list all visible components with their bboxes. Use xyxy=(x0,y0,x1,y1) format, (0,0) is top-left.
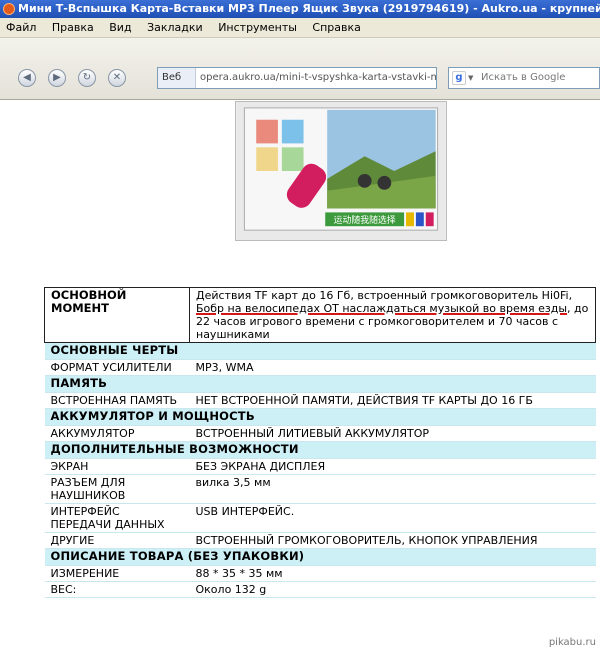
reload-icon[interactable]: ↻ xyxy=(78,69,96,87)
table-row: ВЕС: Около 132 g xyxy=(44,581,596,598)
section-title: ДОПОЛНИТЕЛЬНЫЕ ВОЗМОЖНОСТИ xyxy=(44,441,596,459)
firefox-icon xyxy=(3,3,15,15)
spec-value: USB ИНТЕРФЕЙС. xyxy=(189,503,596,533)
spec-key: ДРУГИЕ xyxy=(44,532,190,549)
product-caption: 运动随我随选择 xyxy=(334,214,396,226)
table-row: РАЗЪЕМ ДЛЯ НАУШНИКОВ вилка 3,5 мм xyxy=(44,474,596,504)
watermark: pikabu.ru xyxy=(548,637,596,648)
spec-value: ВСТРОЕННЫЙ ЛИТИЕВЫЙ АККУМУЛЯТОР xyxy=(189,425,596,442)
site-identity-label[interactable]: Веб xyxy=(158,68,196,88)
search-placeholder: Искать в Google xyxy=(481,72,566,83)
menu-tools[interactable]: Инструменты xyxy=(212,21,303,34)
search-input[interactable]: g ▼ Искать в Google xyxy=(448,67,600,89)
spec-value: ВСТРОЕННЫЙ ГРОМКОГОВОРИТЕЛЬ, КНОПОК УПРА… xyxy=(189,532,596,549)
section-title: ОПИСАНИЕ ТОВАРА (БЕЗ УПАКОВКИ) xyxy=(44,548,596,566)
stop-icon[interactable]: ✕ xyxy=(108,69,126,87)
section-header: ПАМЯТЬ xyxy=(44,375,596,393)
table-row: ЭКРАН БЕЗ ЭКРАНА ДИСПЛЕЯ xyxy=(44,458,596,475)
spec-key: ВСТРОЕННАЯ ПАМЯТЬ xyxy=(44,392,190,409)
menu-file[interactable]: Файл xyxy=(0,21,42,34)
table-row: АККУМУЛЯТОР ВСТРОЕННЫЙ ЛИТИЕВЫЙ АККУМУЛЯТ… xyxy=(44,425,596,442)
window-title-bar: Мини Т-Вспышка Карта-Вставки MP3 Плеер Я… xyxy=(0,0,600,18)
spec-key: ВЕС: xyxy=(44,581,190,598)
spec-value: БЕЗ ЭКРАНА ДИСПЛЕЯ xyxy=(189,458,596,475)
spec-value: НЕТ ВСТРОЕННОЙ ПАМЯТИ, ДЕЙСТВИЯ TF КАРТЫ… xyxy=(189,392,596,409)
google-icon[interactable]: g xyxy=(452,71,466,85)
product-box-illustration: 运动随我随选择 xyxy=(236,102,446,240)
table-row: ИНТЕРФЕЙС ПЕРЕДАЧИ ДАННЫХ USB ИНТЕРФЕЙС. xyxy=(44,503,596,533)
table-row: ФОРМАТ УСИЛИТЕЛИ MP3, WMA xyxy=(44,359,596,376)
spec-key: ФОРМАТ УСИЛИТЕЛИ xyxy=(44,359,190,376)
spec-key: ОСНОВНОЙ МОМЕНТ xyxy=(44,287,190,343)
section-title: АККУМУЛЯТОР И МОЩНОСТЬ xyxy=(44,408,596,426)
table-row: ДРУГИЕ ВСТРОЕННЫЙ ГРОМКОГОВОРИТЕЛЬ, КНОПО… xyxy=(44,532,596,549)
spec-value: MP3, WMA xyxy=(189,359,596,376)
page-content: 运动随我随选择 ОСНОВНОЙ МОМЕНТ Действия TF карт… xyxy=(0,101,600,652)
section-header: АККУМУЛЯТОР И МОЩНОСТЬ xyxy=(44,408,596,426)
window-title: Мини Т-Вспышка Карта-Вставки MP3 Плеер Я… xyxy=(18,2,600,15)
menu-view[interactable]: Вид xyxy=(103,21,137,34)
chevron-down-icon[interactable]: ▼ xyxy=(468,68,473,88)
spec-value: 88 * 35 * 35 мм xyxy=(189,565,596,582)
spec-key: ЭКРАН xyxy=(44,458,190,475)
spec-key: ИЗМЕРЕНИЕ xyxy=(44,565,190,582)
highlighted-text: Бобр на велосипедах ОТ наслаждаться музы… xyxy=(196,302,568,315)
table-row: ИЗМЕРЕНИЕ 88 * 35 * 35 мм xyxy=(44,565,596,582)
address-bar[interactable]: Веб opera.aukro.ua/mini-t-vspyshka-karta-… xyxy=(157,67,437,89)
menu-edit[interactable]: Правка xyxy=(46,21,100,34)
product-image: 运动随我随选择 xyxy=(235,101,447,241)
spec-key: ИНТЕРФЕЙС ПЕРЕДАЧИ ДАННЫХ xyxy=(44,503,190,533)
section-title: ПАМЯТЬ xyxy=(44,375,596,393)
menu-bar: Файл Правка Вид Закладки Инструменты Спр… xyxy=(0,18,600,38)
menu-help[interactable]: Справка xyxy=(306,21,366,34)
section-title: ОСНОВНЫЕ ЧЕРТЫ xyxy=(44,342,596,360)
url-text[interactable]: opera.aukro.ua/mini-t-vspyshka-karta-vst… xyxy=(196,72,436,83)
spec-value-part: Действия TF карт до 16 Гб, встроенный гр… xyxy=(196,289,573,302)
forward-arrow-icon[interactable]: ▶ xyxy=(48,69,66,87)
spec-key: АККУМУЛЯТОР xyxy=(44,425,190,442)
section-header: ДОПОЛНИТЕЛЬНЫЕ ВОЗМОЖНОСТИ xyxy=(44,441,596,459)
table-row: ВСТРОЕННАЯ ПАМЯТЬ НЕТ ВСТРОЕННОЙ ПАМЯТИ, … xyxy=(44,392,596,409)
spec-value: Около 132 g xyxy=(189,581,596,598)
back-arrow-icon[interactable]: ◀ xyxy=(18,69,36,87)
section-header: ОСНОВНЫЕ ЧЕРТЫ xyxy=(44,342,596,360)
spec-table: ОСНОВНОЙ МОМЕНТ Действия TF карт до 16 Г… xyxy=(44,287,596,598)
menu-bookmarks[interactable]: Закладки xyxy=(141,21,209,34)
table-row: ОСНОВНОЙ МОМЕНТ Действия TF карт до 16 Г… xyxy=(44,287,596,343)
spec-value: Действия TF карт до 16 Гб, встроенный гр… xyxy=(189,287,596,343)
spec-key: РАЗЪЕМ ДЛЯ НАУШНИКОВ xyxy=(44,474,190,504)
spec-value: вилка 3,5 мм xyxy=(189,474,596,504)
section-header: ОПИСАНИЕ ТОВАРА (БЕЗ УПАКОВКИ) xyxy=(44,548,596,566)
